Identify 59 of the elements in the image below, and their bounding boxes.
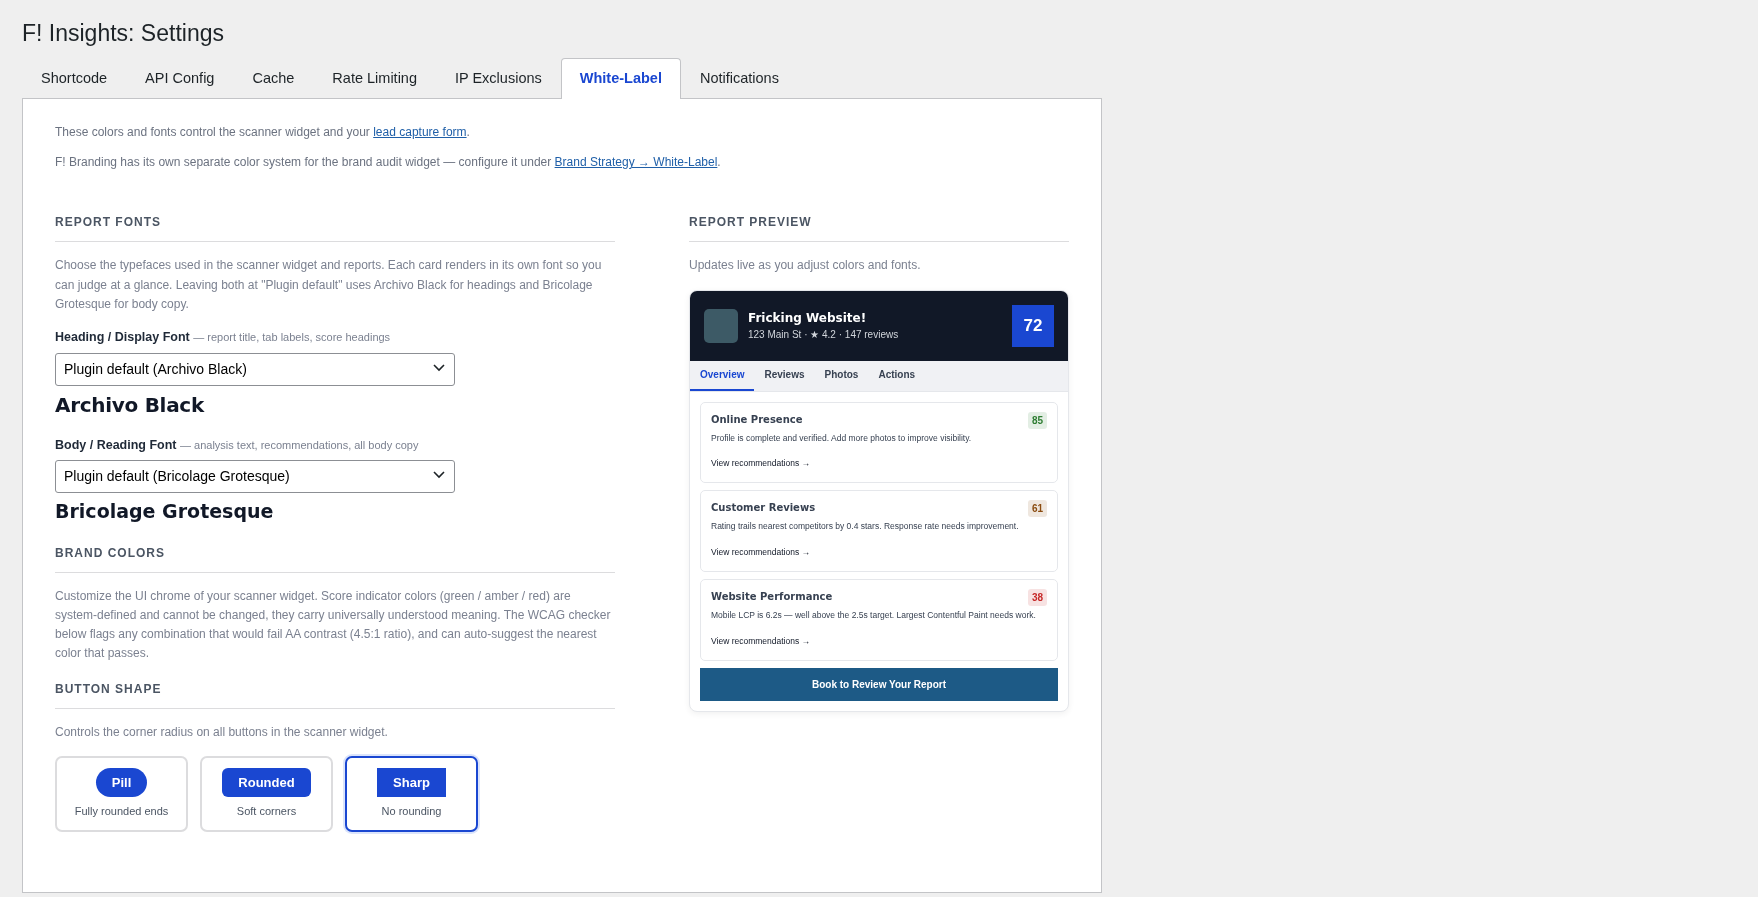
card-text: Rating trails nearest competitors by 0.4 stars. Response rate needs improvement.	[711, 520, 1020, 534]
recommendations-link[interactable]: View recommendations →	[711, 547, 811, 558]
shape-sample: Pill	[95, 767, 148, 798]
recommendations-link[interactable]: View recommendations →	[711, 635, 811, 646]
field-label: Heading / Display Font	[55, 329, 190, 344]
card-text: Mobile LCP is 6.2s — well above the 2.5s target. Largest Contentful Paint needs work.	[711, 609, 1037, 622]
score-badge: 61	[1027, 500, 1047, 518]
report-tab[interactable]: Photos	[814, 360, 869, 391]
photo-placeholder	[704, 308, 738, 343]
section-heading: REPORT FONTS	[55, 213, 615, 243]
settings-tab[interactable]: Rate Limiting	[313, 57, 436, 100]
field-hint: — analysis text, recommendations, all body copy	[180, 438, 419, 451]
page-title: F! Insights: Settings	[22, 20, 225, 48]
shape-caption: Fully rounded ends	[74, 804, 169, 820]
card-title: Website Performance	[711, 590, 833, 605]
font-sample: Archivo Black	[55, 391, 206, 419]
shape-option[interactable]: Pill Fully rounded ends	[55, 755, 188, 832]
settings-tab[interactable]: API Config	[126, 57, 234, 100]
font-sample: Bricolage Grotesque	[55, 499, 275, 525]
intro-text: These colors and fonts control the scanner widget and your lead capture form.	[55, 124, 471, 142]
shape-sample: Rounded	[222, 767, 311, 798]
section-description: Controls the corner radius on all buttons in the scanner widget.	[55, 723, 389, 741]
font-select[interactable]: Plugin default (Archivo Black)	[55, 352, 455, 386]
score-badge: 85	[1027, 411, 1047, 429]
book-review-button[interactable]: Book to Review Your Report	[700, 667, 1058, 701]
font-select[interactable]: Plugin default (Bricolage Grotesque)	[55, 460, 455, 494]
report-tab[interactable]: Actions	[868, 360, 926, 391]
business-meta: 123 Main St · ★ 4.2 · 147 reviews	[748, 328, 899, 343]
shape-option[interactable]: Rounded Soft corners	[200, 755, 333, 832]
section-description: Updates live as you adjust colors and fonts.	[689, 257, 922, 275]
section-description: Customize the UI chrome of your scanner widget. Score indicator colors (green / amber / red) are system-defined and cannot be changed, they carry universally understood meaning. The WCAG checker below flags any combination that would fail AA contrast (4.5:1 ratio), and can auto-suggest the nearest color that passes.	[55, 587, 612, 663]
settings-tab[interactable]: Shortcode	[22, 57, 127, 100]
business-name: Fricking Website!	[748, 310, 868, 328]
overall-score: 72	[1012, 304, 1054, 347]
field-label: Body / Reading Font	[55, 437, 177, 452]
settings-tab[interactable]: IP Exclusions	[436, 57, 561, 100]
card-text: Profile is complete and verified. Add more photos to improve visibility.	[711, 431, 973, 445]
settings-tab[interactable]: Cache	[233, 57, 314, 100]
section-heading: BUTTON SHAPE	[55, 679, 615, 709]
inline-link[interactable]: lead capture form	[373, 125, 467, 140]
shape-caption: Soft corners	[236, 804, 297, 820]
chevron-down-icon	[433, 363, 445, 372]
settings-tab[interactable]: Notifications	[680, 57, 798, 100]
score-badge: 38	[1027, 589, 1047, 607]
shape-sample: Sharp	[377, 767, 446, 798]
section-heading: BRAND COLORS	[55, 543, 615, 573]
report-tab[interactable]: Overview	[690, 360, 755, 391]
card-title: Online Presence	[711, 412, 803, 427]
intro-text: F! Branding has its own separate color system for the brand audit widget — configure it under Brand Strategy → White-Label.	[55, 154, 722, 172]
settings-tab[interactable]: White-Label	[560, 57, 681, 100]
section-description: Choose the typefaces used in the scanner widget and reports. Each card renders in its own font so you can judge at a glance. Leaving both at "Plugin default" uses Archivo Black for headings and Bricolage Grotesque for body copy.	[55, 257, 603, 313]
report-tab[interactable]: Reviews	[754, 360, 815, 391]
section-heading: REPORT PREVIEW	[689, 213, 1069, 243]
shape-option[interactable]: Sharp No rounding	[345, 755, 478, 832]
field-hint: — report title, tab labels, score headings	[193, 330, 391, 343]
shape-caption: No rounding	[381, 804, 442, 820]
chevron-down-icon	[433, 471, 445, 480]
recommendations-link[interactable]: View recommendations →	[711, 458, 811, 469]
card-title: Customer Reviews	[711, 501, 816, 516]
